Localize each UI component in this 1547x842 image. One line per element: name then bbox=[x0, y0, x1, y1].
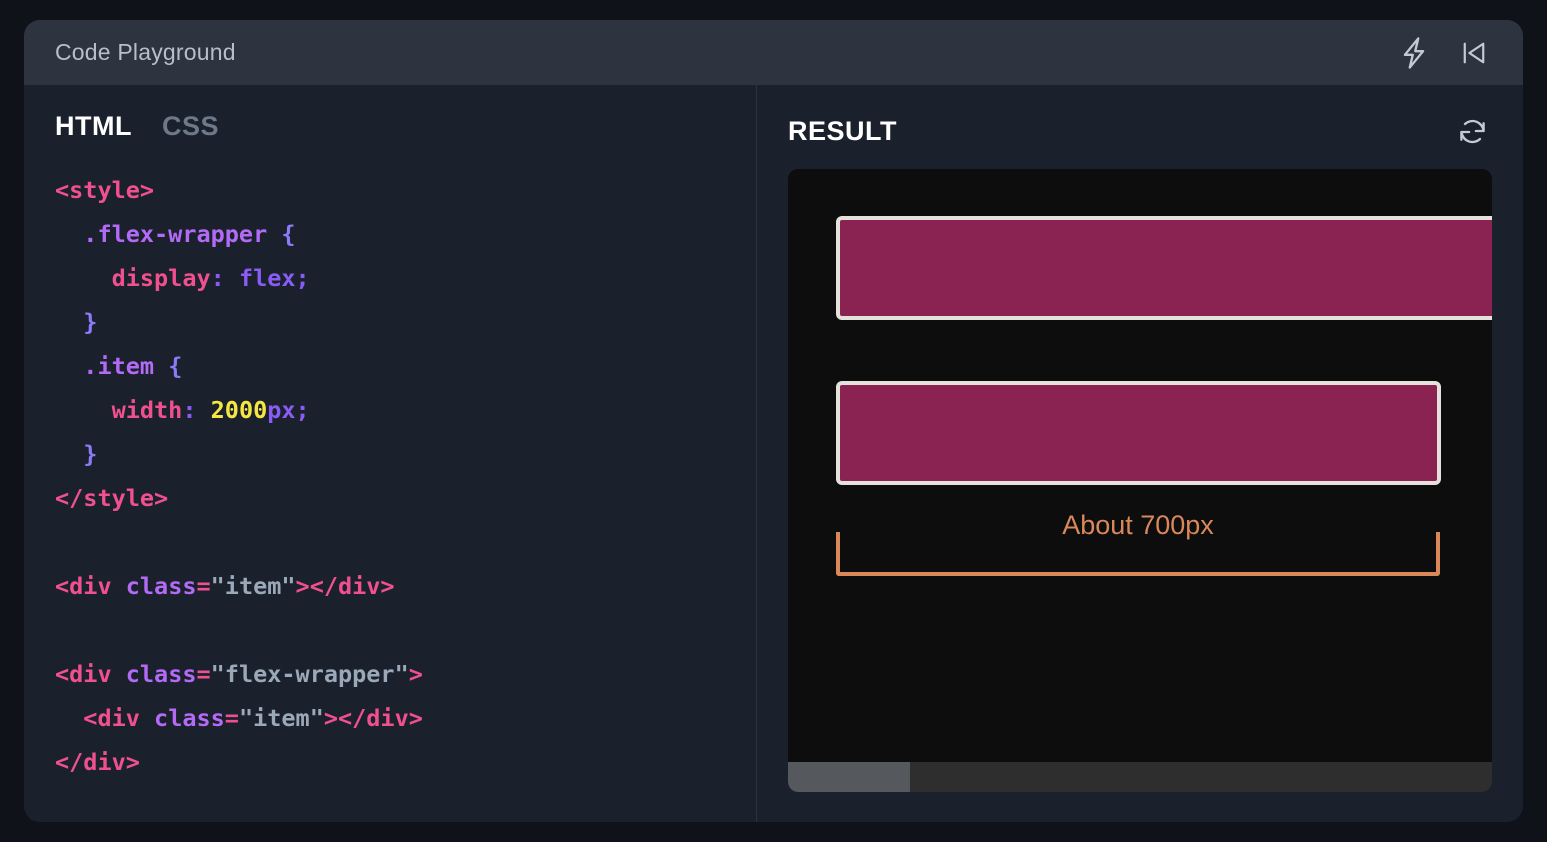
code-line: <div class="item"></div> bbox=[83, 704, 423, 732]
skip-back-icon[interactable] bbox=[1451, 30, 1497, 76]
code-line: <div class="flex-wrapper"> bbox=[55, 660, 423, 688]
tab-html[interactable]: HTML bbox=[55, 111, 132, 142]
measurement-label: About 700px bbox=[1052, 510, 1224, 541]
measurement-bracket: About 700px bbox=[836, 510, 1440, 576]
window-titlebar: Code Playground bbox=[24, 20, 1523, 85]
tab-css[interactable]: CSS bbox=[162, 111, 219, 142]
code-line: <div class="item"></div> bbox=[55, 572, 395, 600]
result-preview: About 700px bbox=[788, 169, 1492, 792]
horizontal-scrollbar[interactable] bbox=[788, 762, 1492, 792]
code-playground-window: Code Playground HTML CSS <style> .flex-w… bbox=[24, 20, 1523, 822]
code-line: width: 2000px; bbox=[111, 396, 310, 424]
page-title: Code Playground bbox=[55, 39, 236, 65]
code-line: } bbox=[83, 308, 98, 336]
code-line: <style> bbox=[55, 176, 155, 204]
code-editor[interactable]: <style> .flex-wrapper { display: flex; }… bbox=[24, 160, 756, 784]
item-box-standalone bbox=[836, 216, 1492, 320]
preview-viewport: About 700px bbox=[788, 169, 1492, 762]
item-box-in-flex-wrapper bbox=[836, 381, 1441, 485]
result-header: RESULT bbox=[788, 85, 1492, 169]
lightning-bolt-icon[interactable] bbox=[1391, 30, 1437, 76]
result-title: RESULT bbox=[788, 115, 897, 146]
horizontal-scrollbar-thumb[interactable] bbox=[788, 762, 910, 792]
editor-pane: HTML CSS <style> .flex-wrapper { display… bbox=[24, 85, 757, 822]
code-line: .flex-wrapper { bbox=[83, 220, 296, 248]
code-line: </div> bbox=[55, 748, 140, 776]
result-pane: RESULT About 700px bbox=[757, 85, 1523, 822]
window-body: HTML CSS <style> .flex-wrapper { display… bbox=[24, 85, 1523, 822]
code-line: </style> bbox=[55, 484, 169, 512]
code-line: .item { bbox=[83, 352, 183, 380]
code-line: } bbox=[83, 440, 98, 468]
code-line: display: flex; bbox=[111, 264, 310, 292]
refresh-icon[interactable] bbox=[1452, 111, 1492, 151]
editor-tabbar: HTML CSS bbox=[24, 85, 756, 160]
